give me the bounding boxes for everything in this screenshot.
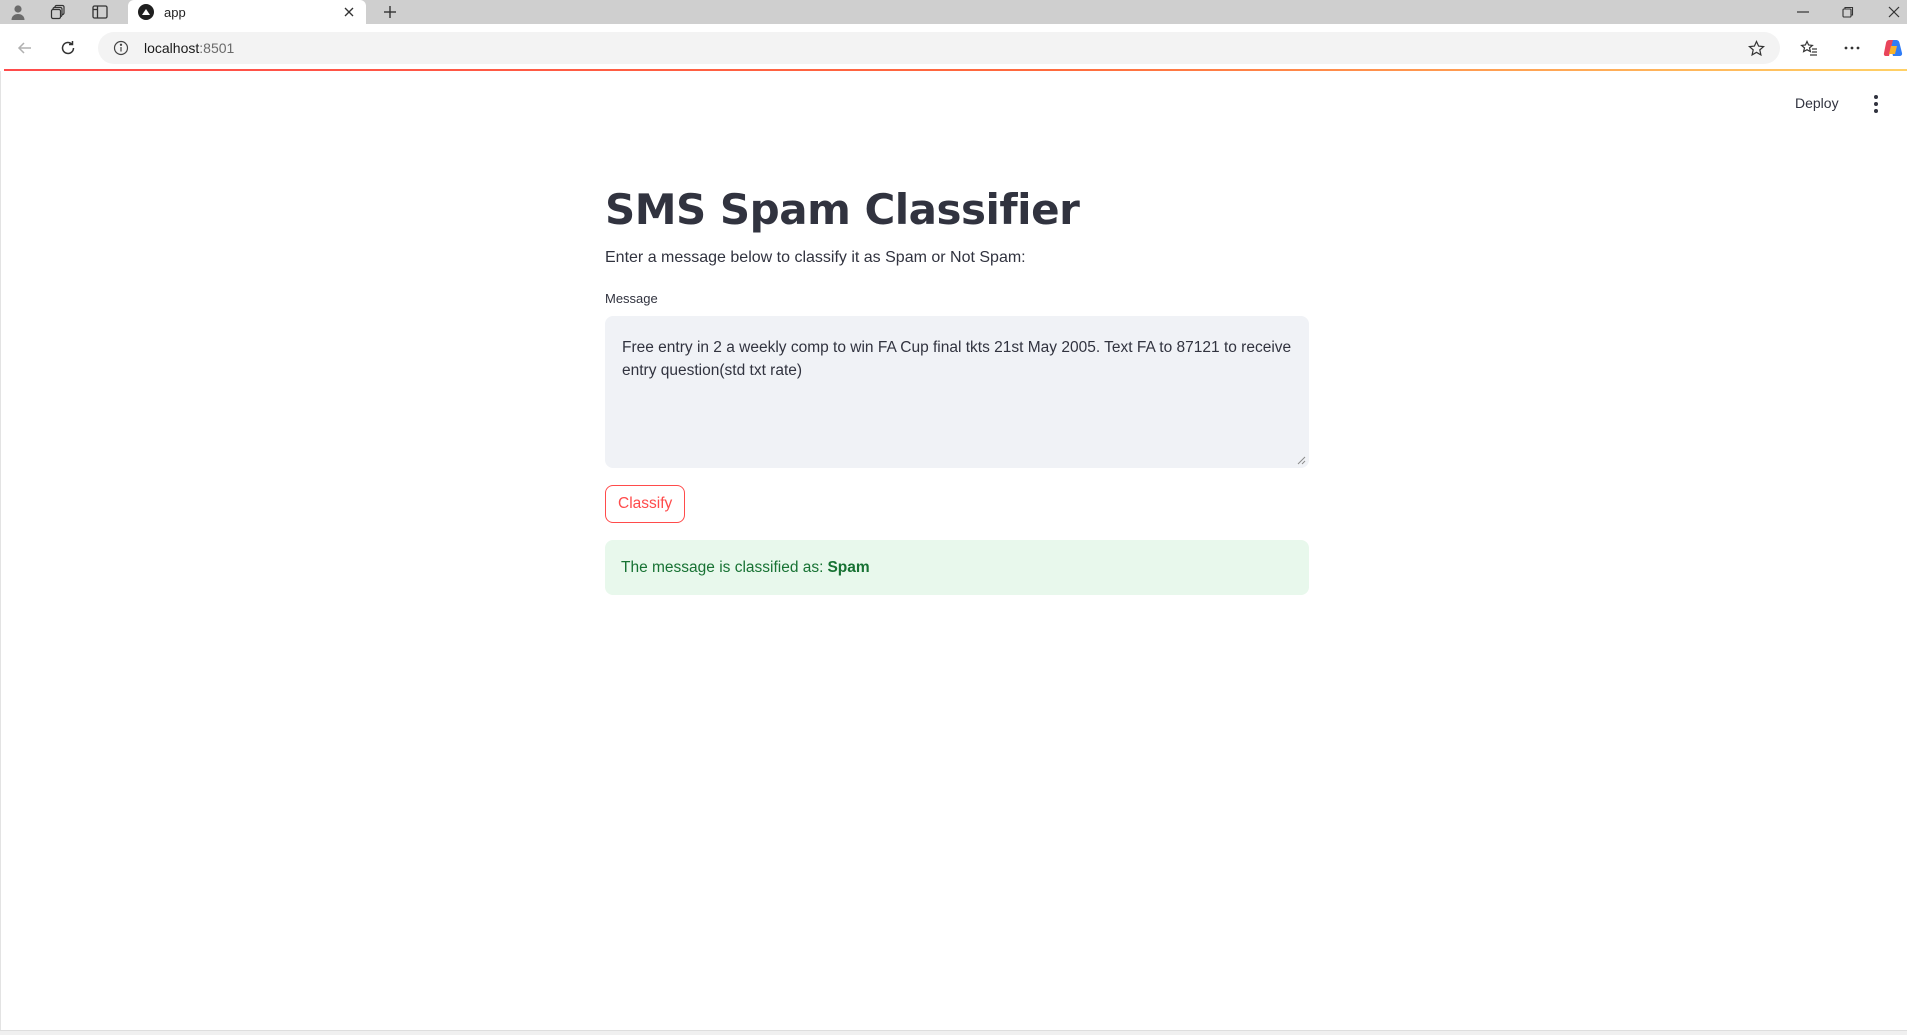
browser-toolbar: localhost:8501 — [0, 24, 1907, 70]
result-value: Spam — [827, 558, 870, 576]
kebab-menu-icon[interactable] — [1866, 94, 1886, 114]
classify-button[interactable]: Classify — [605, 485, 686, 523]
deploy-button[interactable]: Deploy — [1795, 95, 1839, 111]
result-success-alert: The message is classified as: Spam — [605, 540, 1309, 595]
workspaces-icon[interactable] — [40, 0, 76, 24]
tab-actions-icon[interactable] — [82, 0, 118, 24]
profile-icon[interactable] — [0, 0, 36, 24]
message-text: Free entry in 2 a weekly comp to win FA … — [622, 339, 1292, 379]
main-content: SMS Spam Classifier Enter a message belo… — [605, 180, 1309, 595]
result-prefix: The message is classified as: — [621, 558, 824, 576]
tab-title: app — [164, 4, 186, 20]
star-icon[interactable] — [1746, 38, 1766, 58]
window-close-icon[interactable] — [1871, 0, 1907, 24]
close-icon[interactable] — [340, 3, 358, 21]
restore-icon[interactable] — [1825, 0, 1871, 24]
window-bottom-edge — [0, 1030, 1907, 1035]
minimize-icon[interactable] — [1780, 0, 1826, 24]
refresh-icon[interactable] — [52, 32, 84, 64]
page-title: SMS Spam Classifier — [605, 185, 1080, 234]
url-host: localhost — [144, 40, 200, 56]
message-label: Message — [605, 291, 658, 306]
info-icon[interactable] — [112, 39, 130, 57]
resize-handle-icon[interactable] — [1297, 456, 1306, 465]
favorites-icon[interactable] — [1793, 32, 1825, 64]
back-icon[interactable] — [9, 32, 41, 64]
message-textarea[interactable]: Free entry in 2 a weekly comp to win FA … — [605, 316, 1309, 468]
browser-tab[interactable]: app — [128, 0, 366, 24]
streamlit-favicon — [138, 4, 154, 20]
url-text: localhost:8501 — [144, 40, 234, 56]
url-port: :8501 — [199, 40, 235, 56]
browser-tab-strip: app — [0, 0, 1907, 24]
page-subtitle: Enter a message below to classify it as … — [605, 249, 1026, 266]
copilot-icon[interactable] — [1877, 32, 1907, 64]
plus-icon[interactable] — [376, 0, 404, 24]
address-bar[interactable]: localhost:8501 — [98, 32, 1780, 64]
more-icon[interactable] — [1836, 32, 1868, 64]
